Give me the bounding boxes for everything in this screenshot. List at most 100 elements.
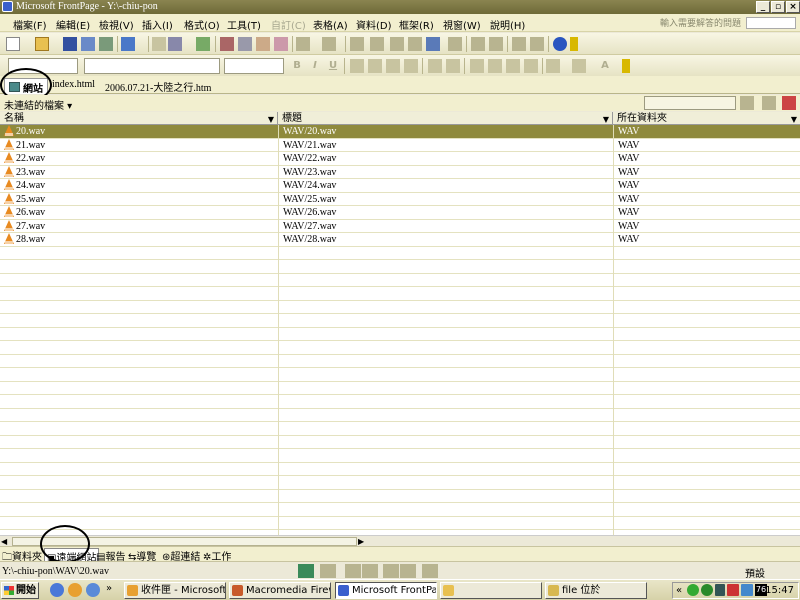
web-component-icon[interactable] (121, 37, 135, 51)
file-folder-cell[interactable]: WAV (618, 220, 798, 233)
file-name-cell[interactable]: 25.wav (4, 192, 276, 206)
tray-icon-2[interactable] (701, 584, 713, 596)
restore-button[interactable]: ▫ (771, 1, 785, 13)
menu-insert[interactable]: 插入(I) (142, 17, 173, 32)
file-name-cell[interactable]: 27.wav (4, 219, 276, 233)
file-title-cell[interactable]: WAV/21.wav (283, 139, 608, 152)
insert-picture-icon[interactable] (426, 37, 440, 51)
file-name-cell[interactable]: 26.wav (4, 206, 276, 219)
file-title-cell[interactable]: WAV/28.wav (283, 233, 608, 246)
quicklaunch-more-button[interactable]: » (106, 583, 112, 594)
scroll-right-arrow-icon[interactable]: ▶ (358, 537, 364, 546)
menu-help[interactable]: 說明(H) (490, 17, 525, 32)
new-folder-icon[interactable] (740, 96, 754, 110)
table-insert-icon[interactable] (152, 37, 166, 51)
minimize-button[interactable]: _ (756, 1, 770, 13)
file-name-cell[interactable]: 28.wav (4, 233, 276, 246)
copy-icon[interactable] (238, 37, 252, 51)
file-name-cell[interactable]: 21.wav (4, 138, 276, 152)
menu-table[interactable]: 表格(A) (313, 17, 348, 32)
outlook-quicklaunch-icon[interactable] (68, 583, 82, 597)
gallery-icon[interactable] (489, 37, 503, 51)
file-name-cell[interactable]: 23.wav (4, 165, 276, 179)
undo-icon[interactable] (296, 37, 310, 51)
table-row[interactable]: 28.wav WAV/28.wav WAV (0, 233, 800, 247)
file-folder-cell[interactable]: WAV (618, 152, 798, 165)
write-pad-icon[interactable] (362, 564, 378, 578)
file-title-cell[interactable]: WAV/22.wav (283, 152, 608, 165)
file-folder-cell[interactable]: WAV (618, 193, 798, 206)
preview-icon[interactable] (168, 37, 182, 51)
menu-data[interactable]: 資料(D) (356, 17, 392, 32)
file-folder-cell[interactable]: WAV (618, 179, 798, 192)
start-button[interactable]: 開始 (1, 582, 39, 599)
font-dropdown[interactable] (84, 58, 220, 74)
language-bar-icon[interactable] (400, 564, 416, 578)
task-file-location[interactable]: file 位於 (545, 582, 647, 599)
align-left-icon[interactable] (350, 59, 364, 73)
publish-icon[interactable] (81, 37, 95, 51)
tray-icon-3[interactable] (715, 584, 725, 596)
keyboard-icon[interactable] (320, 564, 336, 578)
highlight-icon[interactable] (572, 59, 586, 73)
menu-file[interactable]: 檔案(F) (13, 17, 47, 32)
tray-icon-4[interactable] (727, 584, 739, 596)
help-icon[interactable] (553, 37, 567, 51)
scroll-left-arrow-icon[interactable]: ◀ (1, 537, 7, 546)
menu-edit[interactable]: 編輯(E) (56, 17, 90, 32)
align-center-icon[interactable] (368, 59, 382, 73)
view-title[interactable]: 未連結的檔案 ▾ (4, 97, 72, 112)
redo-icon[interactable] (322, 37, 336, 51)
pen-icon[interactable] (345, 564, 361, 578)
open-folder-icon[interactable] (35, 37, 49, 51)
menu-format[interactable]: 格式(O) (184, 17, 220, 32)
menu-window[interactable]: 視窗(W) (443, 17, 481, 32)
file-title-cell[interactable]: WAV/25.wav (283, 193, 608, 206)
status-mode[interactable]: 預設 (745, 565, 765, 580)
file-name-cell[interactable]: 24.wav (4, 179, 276, 192)
file-folder-cell[interactable]: WAV (618, 139, 798, 152)
file-title-cell[interactable]: WAV/20.wav (283, 125, 608, 138)
column-folder[interactable]: 所在資料夾 ▼ (613, 112, 800, 125)
task-fireworks[interactable]: Macromedia Firewo... (229, 582, 331, 599)
table-row[interactable]: 25.wav WAV/25.wav WAV (0, 192, 800, 206)
table-row[interactable]: 22.wav WAV/22.wav WAV (0, 152, 800, 166)
menu-view[interactable]: 檢視(V) (99, 17, 134, 32)
layer-icon-4[interactable] (408, 37, 422, 51)
numbering-icon[interactable] (470, 59, 484, 73)
justify-icon[interactable] (404, 59, 418, 73)
italic-button[interactable]: I (308, 59, 322, 73)
file-title-cell[interactable]: WAV/27.wav (283, 220, 608, 233)
help-question-input[interactable] (746, 17, 796, 29)
borders-icon[interactable] (546, 59, 560, 73)
file-title-cell[interactable]: WAV/26.wav (283, 206, 608, 219)
horizontal-scrollbar[interactable]: ◀ ▶ (0, 535, 800, 546)
bold-button[interactable]: B (290, 59, 304, 73)
menu-frames[interactable]: 框架(R) (399, 17, 434, 32)
menu-tools[interactable]: 工具(T) (227, 17, 261, 32)
table-row[interactable]: 23.wav WAV/23.wav WAV (0, 165, 800, 179)
delete-icon[interactable] (782, 96, 796, 110)
ie-quicklaunch-icon[interactable] (50, 583, 64, 597)
file-name-cell[interactable]: 22.wav (4, 152, 276, 165)
align-right-icon[interactable] (386, 59, 400, 73)
drawing-icon[interactable] (448, 37, 462, 51)
table-row[interactable]: 20.wav WAV/20.wav WAV (0, 125, 800, 139)
task-frontpage[interactable]: Microsoft FrontPage... (335, 582, 437, 599)
media-quicklaunch-icon[interactable] (86, 583, 100, 597)
view-filter-dropdown[interactable] (644, 96, 736, 110)
status-help-icon[interactable] (422, 564, 438, 578)
layer-icon-3[interactable] (390, 37, 404, 51)
close-button[interactable]: × (786, 1, 800, 13)
increase-indent-icon[interactable] (524, 59, 538, 73)
up-folder-icon[interactable] (762, 96, 776, 110)
table-row[interactable]: 21.wav WAV/21.wav WAV (0, 138, 800, 152)
status-app-icon[interactable] (298, 564, 314, 578)
font-color-button[interactable]: A (598, 59, 612, 73)
tab-index-html[interactable]: index.html (48, 78, 99, 94)
task-inbox[interactable]: 收件匣 - Microsoft ... (124, 582, 226, 599)
tray-icon-1[interactable] (687, 584, 699, 596)
column-title[interactable]: 標題 ▼ (278, 112, 613, 125)
bullets-icon[interactable] (488, 59, 502, 73)
decrease-font-icon[interactable] (446, 59, 460, 73)
